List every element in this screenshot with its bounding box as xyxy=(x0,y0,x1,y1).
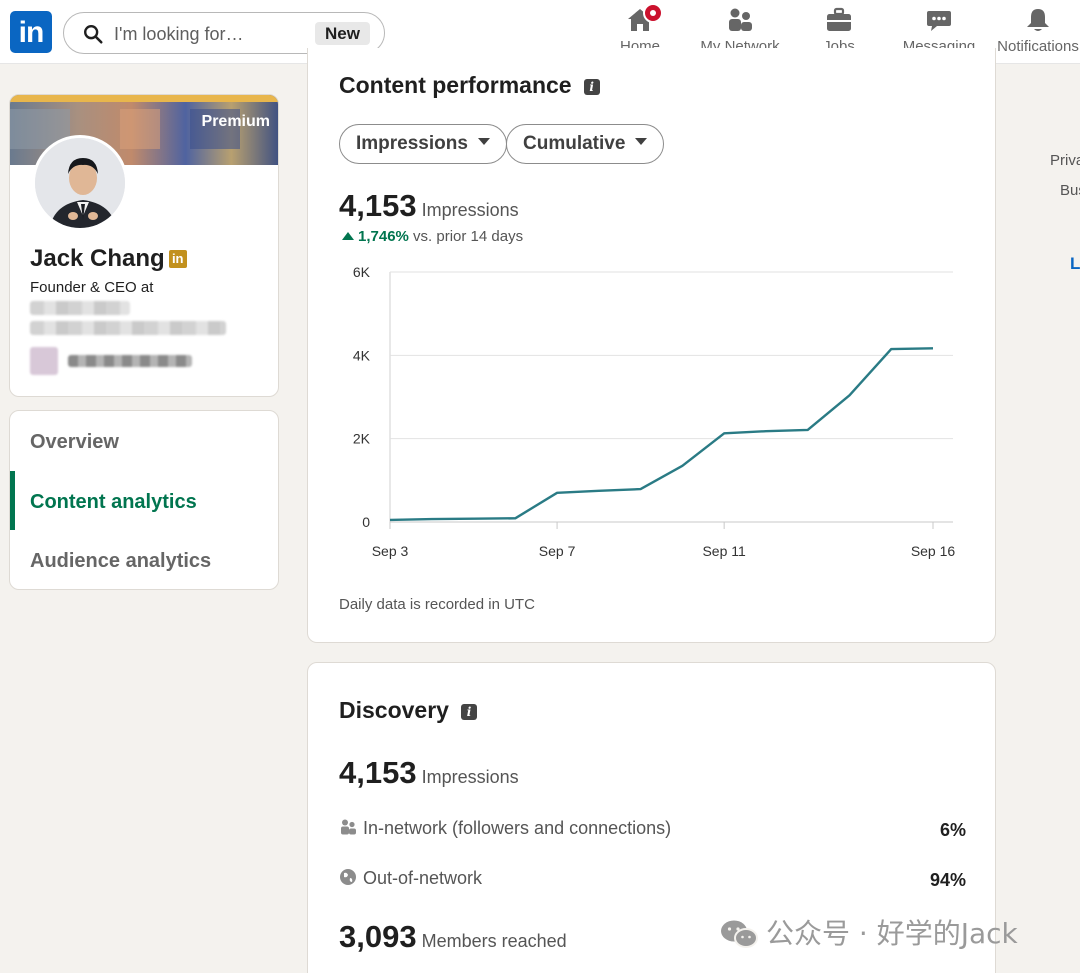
redacted-text xyxy=(30,321,226,335)
banner-blur-block xyxy=(120,109,160,149)
menu-item-audience-analytics[interactable]: Audience analytics xyxy=(30,550,211,573)
data-point xyxy=(554,490,560,496)
data-point xyxy=(679,463,685,469)
redacted-text xyxy=(30,301,130,315)
out-of-network-label: Out-of-network xyxy=(363,868,483,888)
discovery-impressions-value: 4,153 xyxy=(339,755,417,790)
linkedin-logo[interactable]: in xyxy=(10,11,52,53)
in-network-value: 6% xyxy=(939,820,966,840)
x-tick-label: Sep 7 xyxy=(539,543,576,559)
mode-dropdown-label: Cumulative xyxy=(523,133,626,154)
profile-headline: Founder & CEO at xyxy=(30,279,154,296)
avatar-photo xyxy=(35,138,125,228)
y-tick-label: 4K xyxy=(353,347,371,363)
metric-dropdown[interactable]: Impressions xyxy=(339,124,507,164)
search-placeholder: I'm looking for… xyxy=(114,24,244,44)
content-performance-card: Content performance i Impressions Cumulat… xyxy=(307,48,996,643)
people-icon xyxy=(341,819,356,835)
data-point xyxy=(638,486,644,492)
data-point xyxy=(763,428,769,434)
analytics-menu: Overview Content analytics Audience anal… xyxy=(9,410,279,590)
delta-text: vs. prior 14 days xyxy=(413,228,524,245)
data-point xyxy=(888,346,894,352)
members-reached-unit: Members reached xyxy=(421,931,567,951)
watermark-text: 公众号 · 好学的Jack xyxy=(766,917,1018,950)
network-icon xyxy=(729,8,752,31)
in-network-label: In-network (followers and connections) xyxy=(363,818,672,838)
banner-stripe xyxy=(10,95,278,102)
impressions-total-value: 4,153 xyxy=(339,188,417,223)
data-point xyxy=(512,515,518,521)
data-point xyxy=(387,517,393,523)
impressions-series-line xyxy=(389,347,934,522)
x-tick-label: Sep 11 xyxy=(702,543,746,559)
content-performance-title-text: Content performance xyxy=(339,72,572,98)
nav-notifications[interactable]: Notifications xyxy=(992,6,1080,55)
premium-in-badge-icon: in xyxy=(168,250,187,268)
content-performance-title: Content performance i xyxy=(339,72,600,99)
members-reached-value: 3,093 xyxy=(339,919,417,954)
members-reached: 3,093 Members reached xyxy=(339,919,567,955)
menu-item-content-analytics[interactable]: Content analytics xyxy=(30,491,197,514)
caret-down-icon xyxy=(635,138,648,145)
trend-up-icon xyxy=(342,232,354,240)
active-indicator xyxy=(10,471,15,530)
right-rail-link[interactable]: L xyxy=(1070,254,1080,274)
x-tick-label: Sep 16 xyxy=(911,543,956,559)
discovery-impressions: 4,153 Impressions xyxy=(339,755,519,791)
profile-name[interactable]: Jack Chang in xyxy=(30,245,187,273)
menu-item-overview[interactable]: Overview xyxy=(30,431,119,454)
discovery-impressions-unit: Impressions xyxy=(421,767,519,787)
bell-icon xyxy=(1027,9,1049,31)
mode-dropdown[interactable]: Cumulative xyxy=(506,124,665,164)
nav-notifications-label: Notifications xyxy=(997,38,1079,55)
search-icon xyxy=(84,25,103,44)
data-point xyxy=(930,345,936,351)
utc-footnote: Daily data is recorded in UTC xyxy=(339,596,535,613)
data-point xyxy=(721,430,727,436)
y-tick-label: 2K xyxy=(353,431,371,447)
metric-dropdown-label: Impressions xyxy=(356,133,468,154)
data-point xyxy=(805,427,811,433)
delta-percent: 1,746% xyxy=(358,228,409,245)
redacted-text xyxy=(68,355,192,367)
in-network-row: In-network (followers and connections) 6… xyxy=(339,818,966,840)
out-of-network-value: 94% xyxy=(929,870,966,890)
messaging-icon xyxy=(927,11,951,31)
caret-down-icon xyxy=(477,138,490,145)
data-point xyxy=(596,488,602,494)
notification-dot xyxy=(643,3,663,23)
out-of-network-row: Out-of-network 94% xyxy=(339,868,966,890)
data-point xyxy=(429,516,435,522)
data-point xyxy=(846,392,852,398)
avatar[interactable] xyxy=(32,135,128,231)
wechat-icon xyxy=(721,920,758,948)
redacted-company-logo xyxy=(30,347,58,375)
discovery-title-text: Discovery xyxy=(339,697,449,723)
x-tick-label: Sep 3 xyxy=(372,543,409,559)
premium-badge: Premium xyxy=(201,113,270,130)
data-point xyxy=(471,516,477,522)
y-tick-label: 6K xyxy=(353,264,371,280)
info-icon[interactable]: i xyxy=(460,704,477,720)
globe-icon xyxy=(340,869,356,885)
new-badge: New xyxy=(315,22,370,45)
impressions-total: 4,153 Impressions xyxy=(339,188,519,224)
right-rail-business-link[interactable]: Bus xyxy=(1060,182,1080,199)
profile-card[interactable]: Premium Jack Chang in Founder & CEO at xyxy=(9,94,279,397)
briefcase-icon xyxy=(827,7,851,31)
impressions-delta: 1,746% vs. prior 14 days xyxy=(342,228,523,245)
impressions-line-chart[interactable]: 0 2K 4K 6K Sep 3 Sep 7 Sep 11 Sep 16 xyxy=(328,256,968,561)
impressions-total-unit: Impressions xyxy=(421,200,519,220)
info-icon[interactable]: i xyxy=(583,79,600,95)
y-tick-label: 0 xyxy=(362,514,370,530)
right-rail-privacy-link[interactable]: Priva xyxy=(1050,152,1080,169)
wechat-watermark: 公众号 · 好学的Jack xyxy=(720,912,1018,952)
profile-name-text: Jack Chang xyxy=(30,245,165,272)
discovery-title: Discovery i xyxy=(339,697,477,724)
